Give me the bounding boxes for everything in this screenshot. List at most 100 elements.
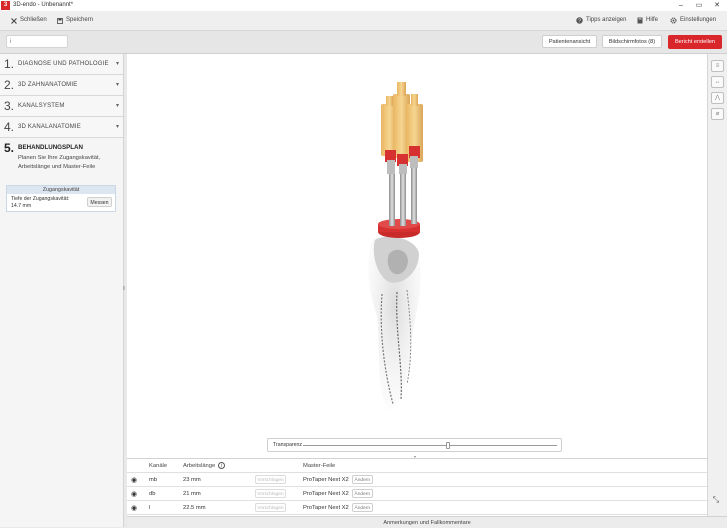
create-report-button[interactable]: Bericht erstellen: [668, 35, 722, 49]
tips-button[interactable]: ? Tipps anzeigen: [576, 15, 626, 26]
help-button[interactable]: Hilfe: [637, 15, 658, 26]
master-file-cell: ProTaper Next X2 Ändern: [299, 472, 707, 487]
notes-label: Anmerkungen und Fallkommentare: [383, 520, 471, 526]
x-icon: [11, 17, 17, 24]
figure-icon[interactable]: ⋀: [711, 92, 724, 104]
close-button[interactable]: Schließen: [11, 15, 47, 26]
change-button[interactable]: Ändern: [351, 503, 373, 512]
step-canal-system[interactable]: 3. KANALSYSTEM ▾: [0, 96, 123, 117]
chevron-down-icon: ▾: [115, 103, 119, 109]
3d-viewport[interactable]: [127, 54, 707, 458]
visibility-toggle[interactable]: ◉: [127, 486, 145, 501]
screenshots-button[interactable]: Bildschirmfotos (8): [602, 35, 662, 48]
save-icon: [57, 17, 63, 24]
access-depth-label: Tiefe der Zugangskavität:: [11, 196, 70, 202]
svg-text:?: ?: [578, 18, 581, 24]
transparency-slider[interactable]: Transparenz: [267, 438, 562, 452]
table-row: ◉ l 22.5 mm Vorschlagen ProTaper Next X2 Ände…: [127, 500, 707, 515]
canal-table-panel: Kanäle Arbeitslänge i Master-Feile ◉ mb 23 …: [127, 458, 707, 517]
change-button[interactable]: Ändern: [351, 489, 373, 498]
master-file-cell: ProTaper Next X2 Ändern: [299, 500, 707, 515]
working-length-label: Arbeitslänge: [183, 463, 216, 470]
arrows-icon[interactable]: ↔: [711, 76, 724, 88]
help-label: Hilfe: [646, 17, 659, 23]
step-number: 5.: [4, 141, 15, 155]
eye-icon[interactable]: ◉: [131, 505, 137, 512]
gear-icon: [670, 17, 677, 24]
step-number: 2.: [4, 78, 15, 92]
master-file-name: ProTaper Next X2: [303, 491, 349, 497]
master-file-name: ProTaper Next X2: [303, 505, 349, 511]
minimize-button[interactable]: –: [672, 0, 690, 11]
app-logo: 3: [1, 1, 10, 10]
suggest-cell: Vorschlagen: [251, 500, 299, 515]
suggest-cell: Vorschlagen: [251, 486, 299, 501]
master-file-header: Master-Feile: [299, 459, 707, 473]
slider-track[interactable]: [303, 445, 557, 446]
table-row: ◉ db 21 mm Vorschlagen ProTaper Next X2 Änder…: [127, 486, 707, 501]
window-title: 3D-endo - Unbenannt*: [13, 2, 74, 8]
suggest-button[interactable]: Vorschlagen: [255, 503, 286, 512]
list-icon[interactable]: ≡: [711, 60, 724, 72]
step-treatment-plan[interactable]: 5. BEHANDLUNGSPLAN Planen Sie Ihre Zugan…: [0, 138, 123, 182]
canals-header: Kanäle: [145, 459, 179, 473]
table-header-row: Kanäle Arbeitslänge i Master-Feile: [127, 459, 707, 473]
canal-name: db: [145, 486, 179, 501]
tips-label: Tipps anzeigen: [586, 17, 627, 23]
save-label: Speichern: [66, 17, 94, 23]
step-3d-tooth-anatomy[interactable]: 2. 3D ZAHNANATOMIE ▾: [0, 75, 123, 96]
step-number: 4.: [4, 120, 15, 134]
tooth-3d-render[interactable]: [127, 54, 707, 458]
suggest-cell: Vorschlagen: [251, 472, 299, 487]
workflow-sidebar: 1. DIAGNOSE UND PATHOLOGIE ▾ 2. 3D ZAHNA…: [0, 54, 124, 527]
tooth-volume: [368, 236, 421, 410]
step-label: 3D KANALANATOMIE: [18, 124, 81, 130]
file-handles: [381, 82, 423, 174]
measure-button[interactable]: Messen: [87, 197, 112, 207]
step-number: 1.: [4, 57, 15, 71]
transparency-label: Transparenz: [273, 442, 302, 448]
save-button[interactable]: Speichern: [57, 15, 93, 26]
step-label: BEHANDLUNGSPLAN: [18, 144, 83, 151]
patient-view-button[interactable]: Patientenansicht: [542, 35, 597, 48]
step-diagnosis[interactable]: 1. DIAGNOSE UND PATHOLOGIE ▾: [0, 54, 123, 75]
working-length: 21 mm: [179, 486, 251, 501]
chevron-down-icon: ▾: [115, 124, 119, 130]
book-icon: [637, 17, 643, 24]
working-length: 22.5 mm: [179, 500, 251, 515]
settings-button[interactable]: Einstellungen: [670, 15, 716, 26]
change-button[interactable]: Ändern: [351, 475, 373, 484]
main-toolbar: Schließen Speichern ? Tipps anzeigen Hil…: [0, 11, 727, 31]
suggest-button[interactable]: Vorschlagen: [255, 475, 286, 484]
suggest-header: [251, 459, 299, 473]
step-description: Planen Sie Ihre Zugangskavität, Arbeitsl…: [18, 155, 101, 170]
expand-icon[interactable]: ⤡: [709, 493, 723, 507]
master-file-cell: ProTaper Next X2 Ändern: [299, 486, 707, 501]
step-3d-canal-anatomy[interactable]: 4. 3D KANALANATOMIE ▾: [0, 117, 123, 138]
working-length-header: Arbeitslänge i: [179, 459, 251, 473]
maximize-button[interactable]: ▭: [690, 0, 708, 11]
working-length: 23 mm: [179, 472, 251, 487]
step-label: KANALSYSTEM: [18, 103, 65, 109]
info-icon[interactable]: i: [218, 461, 226, 469]
close-window-button[interactable]: ✕: [708, 0, 726, 11]
ruler-icon[interactable]: ⌀: [711, 108, 724, 120]
search-input[interactable]: i: [6, 35, 68, 48]
visibility-toggle[interactable]: ◉: [127, 472, 145, 487]
step-number: 3.: [4, 99, 15, 113]
chevron-down-icon: ▾: [115, 61, 119, 67]
chevron-down-icon: ▾: [115, 82, 119, 88]
settings-label: Einstellungen: [680, 17, 717, 23]
eye-icon[interactable]: ◉: [131, 477, 137, 484]
master-file-name: ProTaper Next X2: [303, 477, 349, 483]
step-label: DIAGNOSE UND PATHOLOGIE: [18, 61, 109, 67]
notes-footer[interactable]: Anmerkungen und Fallkommentare: [127, 516, 727, 528]
eye-header: [127, 459, 145, 473]
suggest-button[interactable]: Vorschlagen: [255, 489, 286, 498]
visibility-toggle[interactable]: ◉: [127, 500, 145, 515]
close-label: Schließen: [20, 17, 47, 23]
question-icon: ?: [576, 17, 583, 24]
slider-thumb[interactable]: [445, 442, 450, 449]
eye-icon[interactable]: ◉: [131, 491, 137, 498]
step-label: 3D ZAHNANATOMIE: [18, 82, 78, 88]
